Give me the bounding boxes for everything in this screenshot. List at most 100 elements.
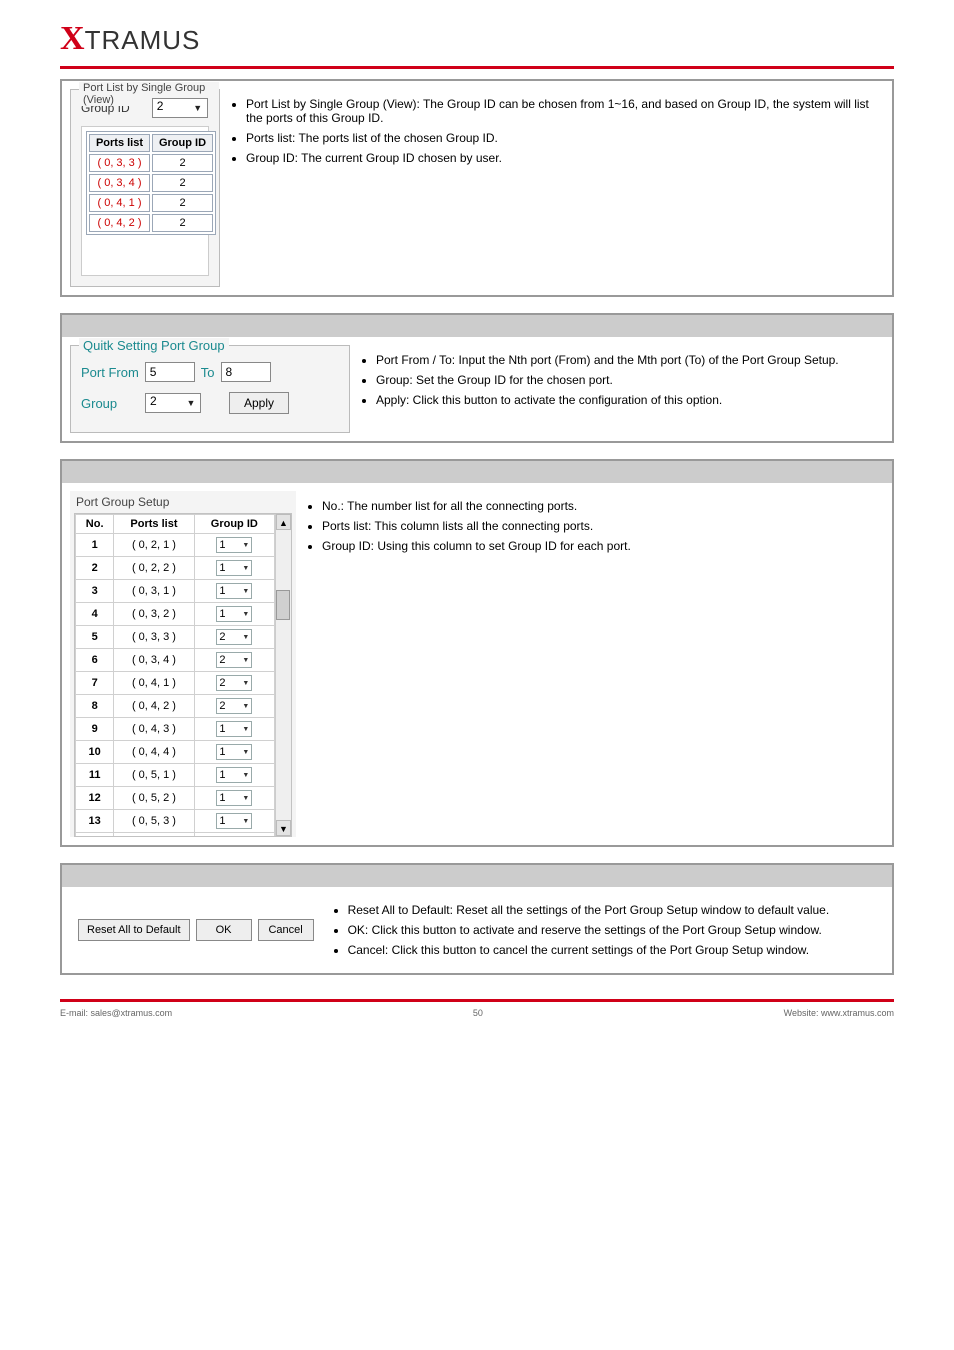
cell-no: 1	[92, 539, 98, 551]
cell-no: 3	[92, 585, 98, 597]
logo-rest: TRAMUS	[85, 25, 201, 56]
chevron-down-icon: ▼	[242, 795, 249, 802]
label-group: Group	[81, 396, 139, 411]
select-row-group[interactable]: 2▼	[216, 698, 252, 714]
bullet-text: OK: Click this button to activate and re…	[348, 923, 884, 937]
cell-no: 12	[89, 792, 101, 804]
pgs-scroll-area[interactable]: No. Ports list Group ID 1( 0, 2, 1 )1▼ 2…	[75, 514, 275, 836]
cell-ports: ( 0, 5, 1 )	[114, 764, 194, 787]
chevron-down-icon: ▼	[242, 611, 249, 618]
page-footer: E-mail: sales@xtramus.com 50 Website: ww…	[0, 1008, 954, 1032]
logo-x: X	[60, 20, 85, 58]
select-row-group[interactable]: 1▼	[216, 560, 252, 576]
chevron-down-icon: ▼	[242, 634, 249, 641]
bullet-text: Reset All to Default: Reset all the sett…	[348, 903, 884, 917]
scrollbar-thumb[interactable]	[276, 590, 290, 620]
chevron-down-icon: ▼	[242, 588, 249, 595]
cell-no: 2	[92, 562, 98, 574]
table-port-group-setup: No. Ports list Group ID 1( 0, 2, 1 )1▼ 2…	[75, 514, 275, 836]
bullet-text: Apply: Click this button to activate the…	[376, 393, 884, 407]
footer-right: Website: www.xtramus.com	[784, 1008, 894, 1018]
ok-button[interactable]: OK	[196, 919, 252, 941]
cell-no: 4	[92, 608, 98, 620]
col-ports-list: Ports list	[89, 134, 150, 152]
apply-button[interactable]: Apply	[229, 392, 289, 414]
input-port-from[interactable]	[145, 362, 195, 382]
select-row-group[interactable]: 1▼	[216, 537, 252, 553]
chevron-down-icon: ▼	[242, 542, 249, 549]
cell-no: 10	[89, 746, 101, 758]
section-port-list-by-single-group: Port List by Single Group (View) Group I…	[60, 79, 894, 297]
select-row-group[interactable]: 1▼	[216, 767, 252, 783]
bullet-text: Ports list: The ports list of the chosen…	[246, 131, 884, 145]
cell-gid: 2	[152, 174, 213, 192]
chevron-down-icon: ▼	[191, 101, 205, 115]
cell-gid: 2	[152, 154, 213, 172]
cell-ports: ( 0, 5, 4 )	[114, 833, 194, 837]
cell-ports: ( 0, 4, 1 )	[89, 194, 150, 212]
col-ports-list: Ports list	[114, 515, 194, 534]
logo: XTRAMUS	[60, 20, 894, 58]
select-row-group[interactable]: 1▼	[216, 606, 252, 622]
select-group-value: 2	[150, 394, 157, 408]
cell-no: 8	[92, 700, 98, 712]
select-row-group[interactable]: 2▼	[216, 675, 252, 691]
section-head	[62, 315, 892, 337]
select-row-group[interactable]: 1▼	[216, 790, 252, 806]
section-head	[62, 865, 892, 887]
cell-ports: ( 0, 3, 4 )	[89, 174, 150, 192]
bottom-divider	[60, 999, 894, 1002]
cell-ports: ( 0, 4, 3 )	[114, 718, 194, 741]
cell-no: 13	[89, 815, 101, 827]
cancel-button[interactable]: Cancel	[258, 919, 314, 941]
select-group-id-value: 2	[157, 99, 164, 113]
select-row-group[interactable]: 1▼	[216, 744, 252, 760]
chevron-down-icon: ▼	[242, 703, 249, 710]
scroll-up-icon[interactable]: ▲	[276, 514, 291, 530]
select-group[interactable]: 2 ▼	[145, 393, 201, 413]
cell-ports: ( 0, 3, 1 )	[114, 580, 194, 603]
label-port-from: Port From	[81, 365, 139, 380]
cell-ports: ( 0, 4, 4 )	[114, 741, 194, 764]
chevron-down-icon: ▼	[242, 818, 249, 825]
cell-ports: ( 0, 2, 1 )	[114, 534, 194, 557]
label-to: To	[201, 365, 215, 380]
select-row-group[interactable]: 1▼	[216, 813, 252, 829]
scrollbar-track[interactable]	[276, 530, 291, 820]
chevron-down-icon: ▼	[242, 726, 249, 733]
cell-ports: ( 0, 4, 2 )	[114, 695, 194, 718]
chevron-down-icon: ▼	[242, 680, 249, 687]
select-group-id[interactable]: 2 ▼	[152, 98, 208, 118]
table-port-list-view: Ports list Group ID ( 0, 3, 3 )2 ( 0, 3,…	[86, 131, 216, 235]
input-port-to[interactable]	[221, 362, 271, 382]
bullet-text: Port From / To: Input the Nth port (From…	[376, 353, 884, 367]
cell-no: 11	[89, 769, 101, 781]
cell-ports: ( 0, 5, 3 )	[114, 810, 194, 833]
cell-ports: ( 0, 5, 2 )	[114, 787, 194, 810]
bullet-text: Group ID: The current Group ID chosen by…	[246, 151, 884, 165]
cell-no: 5	[92, 631, 98, 643]
cell-ports: ( 0, 2, 2 )	[114, 557, 194, 580]
scrollbar[interactable]: ▲ ▼	[275, 514, 291, 836]
col-group-id: Group ID	[152, 134, 213, 152]
select-row-group[interactable]: 2▼	[216, 629, 252, 645]
cell-gid: 2	[152, 214, 213, 232]
legend-quick-setting: Quitk Setting Port Group	[79, 338, 229, 353]
cell-no: 9	[92, 723, 98, 735]
select-row-group[interactable]: 1▼	[216, 721, 252, 737]
cell-gid: 2	[152, 194, 213, 212]
chevron-down-icon: ▼	[242, 657, 249, 664]
cell-no: 6	[92, 654, 98, 666]
cell-ports: ( 0, 3, 2 )	[114, 603, 194, 626]
bullet-text: Ports list: This column lists all the co…	[322, 519, 884, 533]
reset-button[interactable]: Reset All to Default	[78, 919, 190, 941]
select-row-group[interactable]: 2▼	[216, 652, 252, 668]
cell-ports: ( 0, 3, 4 )	[114, 649, 194, 672]
scroll-down-icon[interactable]: ▼	[276, 820, 291, 836]
section-port-group-setup: Port Group Setup No. Ports list Group ID…	[60, 459, 894, 847]
top-divider	[60, 66, 894, 69]
section-quick-setting: Quitk Setting Port Group Port From To Gr…	[60, 313, 894, 443]
section-head	[62, 461, 892, 483]
chevron-down-icon: ▼	[242, 565, 249, 572]
select-row-group[interactable]: 1▼	[216, 583, 252, 599]
